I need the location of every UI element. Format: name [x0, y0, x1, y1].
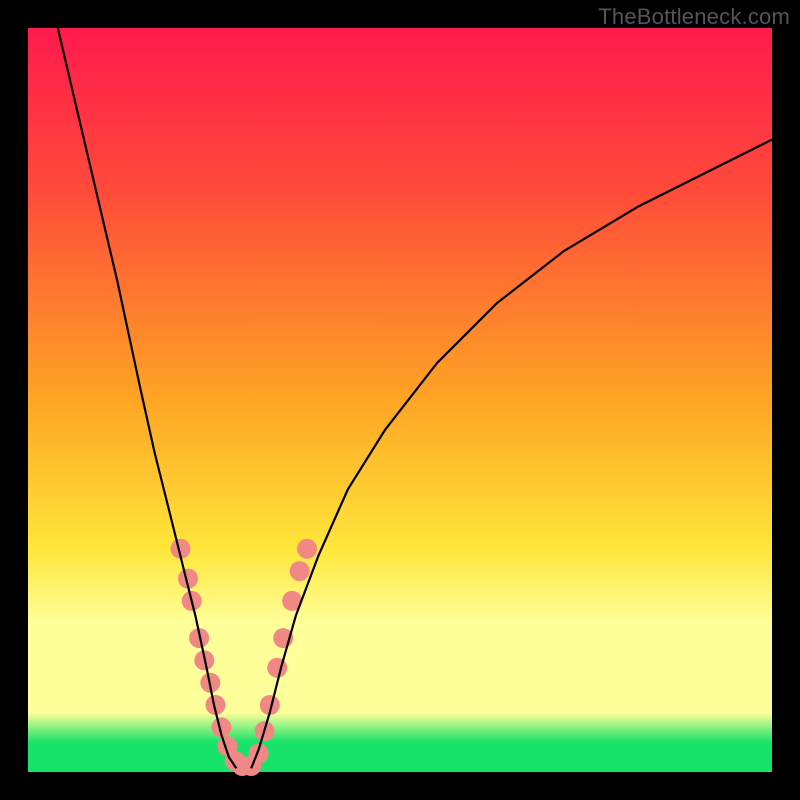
- marker-dot: [267, 658, 287, 678]
- dot-layer: [171, 539, 318, 776]
- watermark-text: TheBottleneck.com: [598, 4, 790, 30]
- outer-frame: TheBottleneck.com: [0, 0, 800, 800]
- curve-right: [251, 140, 772, 769]
- marker-dot: [297, 539, 317, 559]
- marker-dot: [290, 561, 310, 581]
- plot-area: [28, 28, 772, 772]
- chart-svg: [28, 28, 772, 772]
